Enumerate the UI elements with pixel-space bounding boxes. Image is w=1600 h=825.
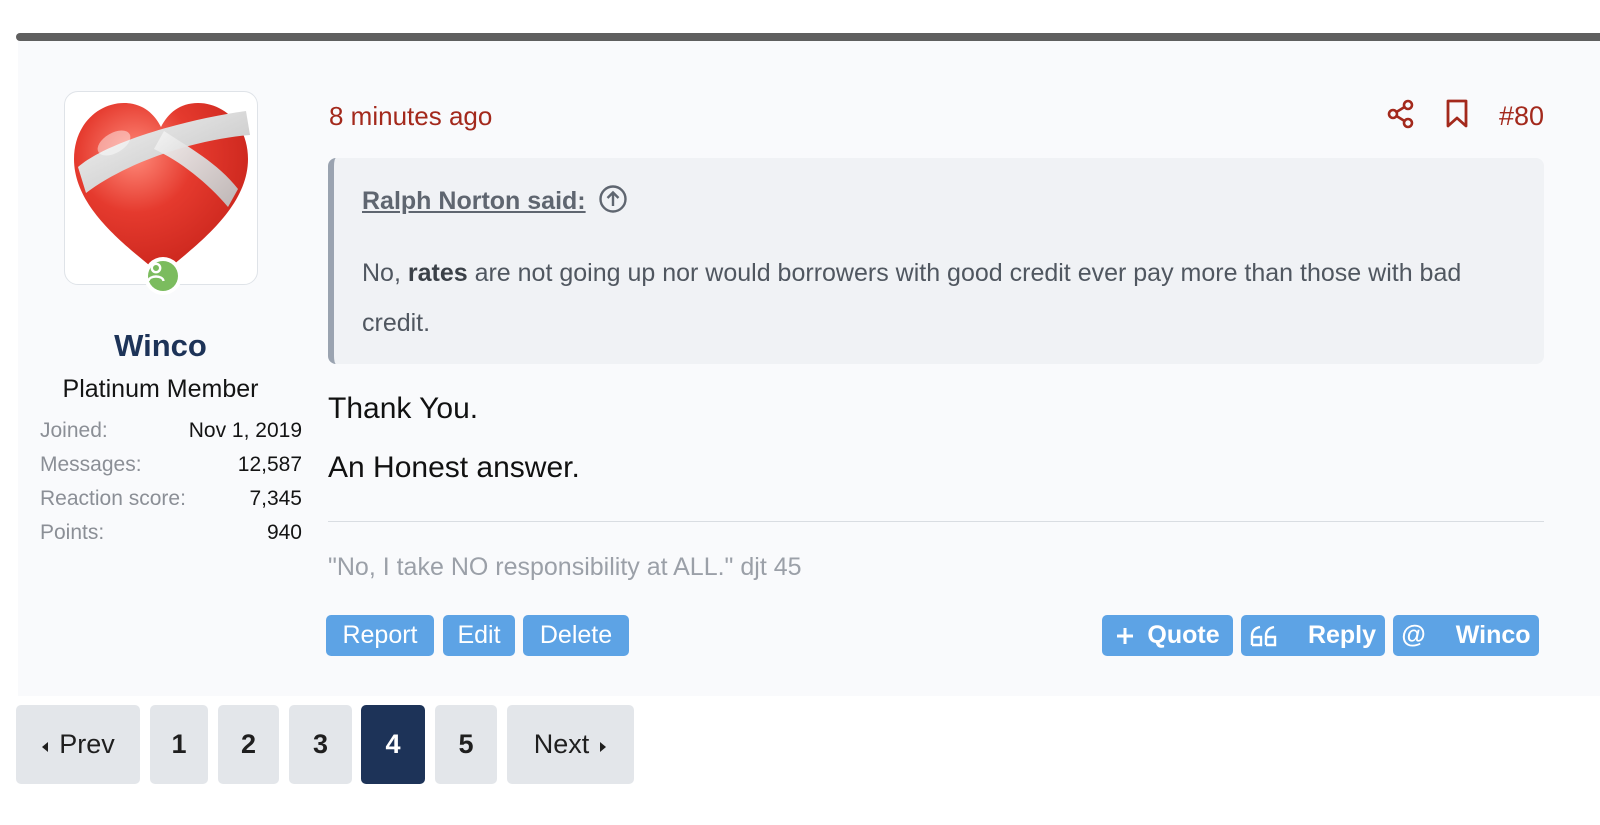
pagination-page-1[interactable]: 1 — [150, 705, 208, 784]
mending-heart-icon — [74, 103, 250, 275]
avatar[interactable] — [64, 91, 258, 295]
stat-label: Messages: — [40, 453, 142, 476]
reply-button[interactable]: Reply — [1241, 615, 1385, 656]
message-line: Thank You. — [328, 392, 479, 425]
edit-label: Edit — [457, 621, 501, 649]
message-line: An Honest answer. — [328, 451, 580, 484]
stat-value[interactable]: 940 — [267, 521, 302, 555]
prev-label: Prev — [59, 729, 115, 759]
stat-messages: Messages: 12,587 — [40, 453, 302, 487]
share-icon[interactable] — [1387, 99, 1415, 134]
post-actions: #80 — [1387, 99, 1544, 134]
pagination-prev-button[interactable]: Prev — [16, 705, 140, 784]
stat-reaction-score: Reaction score: 7,345 — [40, 487, 302, 521]
top-divider-bar — [16, 33, 1600, 41]
online-status-badge — [144, 257, 182, 295]
quote-label: Quote — [1147, 621, 1220, 649]
stat-value[interactable]: 12,587 — [238, 453, 302, 487]
quote-text-prefix: No, — [362, 259, 408, 287]
user-title: Platinum Member — [62, 375, 259, 403]
next-label: Next — [533, 729, 590, 759]
user-signature: "No, I take NO responsibility at ALL." d… — [328, 553, 802, 581]
mention-button[interactable]: @ Winco — [1393, 615, 1539, 656]
quote-text: No, rates are not going up nor would bor… — [362, 248, 1522, 348]
quote-marks-icon — [1250, 625, 1278, 647]
stat-joined: Joined: Nov 1, 2019 — [40, 419, 302, 453]
reply-label: Reply — [1307, 621, 1377, 649]
username[interactable]: Winco — [18, 328, 303, 364]
stat-label: Reaction score: — [40, 487, 186, 510]
report-label: Report — [342, 621, 418, 649]
quote-text-bold: rates — [407, 259, 468, 287]
stat-points: Points: 940 — [40, 521, 302, 555]
post-timestamp[interactable]: 8 minutes ago — [329, 101, 492, 132]
report-button[interactable]: Report — [326, 615, 434, 656]
stat-label: Points: — [40, 521, 105, 544]
stat-value: 7,345 — [249, 487, 302, 510]
forum-post: Winco Platinum Member Joined: Nov 1, 201… — [18, 41, 1600, 696]
quote-author-link[interactable]: Ralph Norton said: — [362, 187, 586, 216]
pagination-next-button[interactable]: Next — [507, 705, 634, 784]
pagination-page-5[interactable]: 5 — [435, 705, 497, 784]
post-number-link[interactable]: #80 — [1499, 101, 1544, 132]
pagination-page-3[interactable]: 3 — [289, 705, 352, 784]
multiquote-button[interactable]: Quote — [1102, 615, 1233, 656]
plus-icon — [1115, 626, 1135, 646]
caret-right-icon — [599, 729, 607, 760]
user-stats: Joined: Nov 1, 2019 Messages: 12,587 Rea… — [40, 419, 302, 555]
quote-text-rest: are not going up nor would borrowers wit… — [362, 259, 1462, 337]
bookmark-icon[interactable] — [1445, 99, 1469, 134]
signature-divider — [328, 521, 1544, 522]
at-sign-icon: @ — [1401, 621, 1426, 649]
mention-label: Winco — [1455, 621, 1531, 649]
quote-block: Ralph Norton said: No, rates are not goi… — [328, 158, 1544, 364]
pagination-page-2[interactable]: 2 — [218, 705, 279, 784]
stat-label: Joined: — [40, 419, 108, 442]
delete-label: Delete — [539, 621, 613, 649]
pagination-page-4-current[interactable]: 4 — [361, 705, 425, 784]
delete-button[interactable]: Delete — [523, 615, 629, 656]
user-icon — [147, 262, 165, 282]
quote-header: Ralph Norton said: — [362, 184, 628, 219]
edit-button[interactable]: Edit — [443, 615, 515, 656]
stat-value: Nov 1, 2019 — [188, 419, 302, 442]
caret-left-icon — [41, 729, 49, 760]
arrow-up-circle-icon[interactable] — [598, 184, 628, 219]
